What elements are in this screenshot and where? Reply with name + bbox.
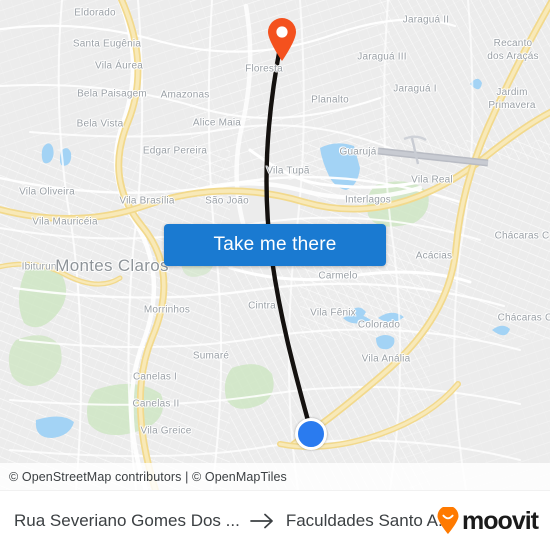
moovit-logo[interactable]: moovit [436, 507, 550, 536]
destination-dot[interactable] [295, 418, 327, 450]
origin-label: Rua Severiano Gomes Dos ... [14, 511, 240, 530]
map-canvas[interactable]: Eldorado Santa Eugênia Vila Áurea Bela Pais… [0, 0, 550, 490]
arrow-right-icon [249, 513, 273, 529]
moovit-trip-screen: Eldorado Santa Eugênia Vila Áurea Bela Pais… [0, 0, 550, 550]
map-attribution: © OpenStreetMap contributors | © OpenMap… [0, 463, 550, 490]
destination-label: Faculdades Santo A... [285, 511, 453, 530]
moovit-wordmark: moovit [462, 506, 539, 535]
take-me-there-button[interactable]: Take me there [164, 224, 386, 266]
trip-footer: Rua Severiano Gomes Dos ... Faculdades S… [0, 490, 550, 550]
origin-pin[interactable] [265, 16, 299, 62]
moovit-pin-icon [437, 507, 459, 534]
route-summary[interactable]: Rua Severiano Gomes Dos ... Faculdades S… [0, 511, 452, 531]
attribution-text: © OpenStreetMap contributors | © OpenMap… [9, 469, 287, 484]
